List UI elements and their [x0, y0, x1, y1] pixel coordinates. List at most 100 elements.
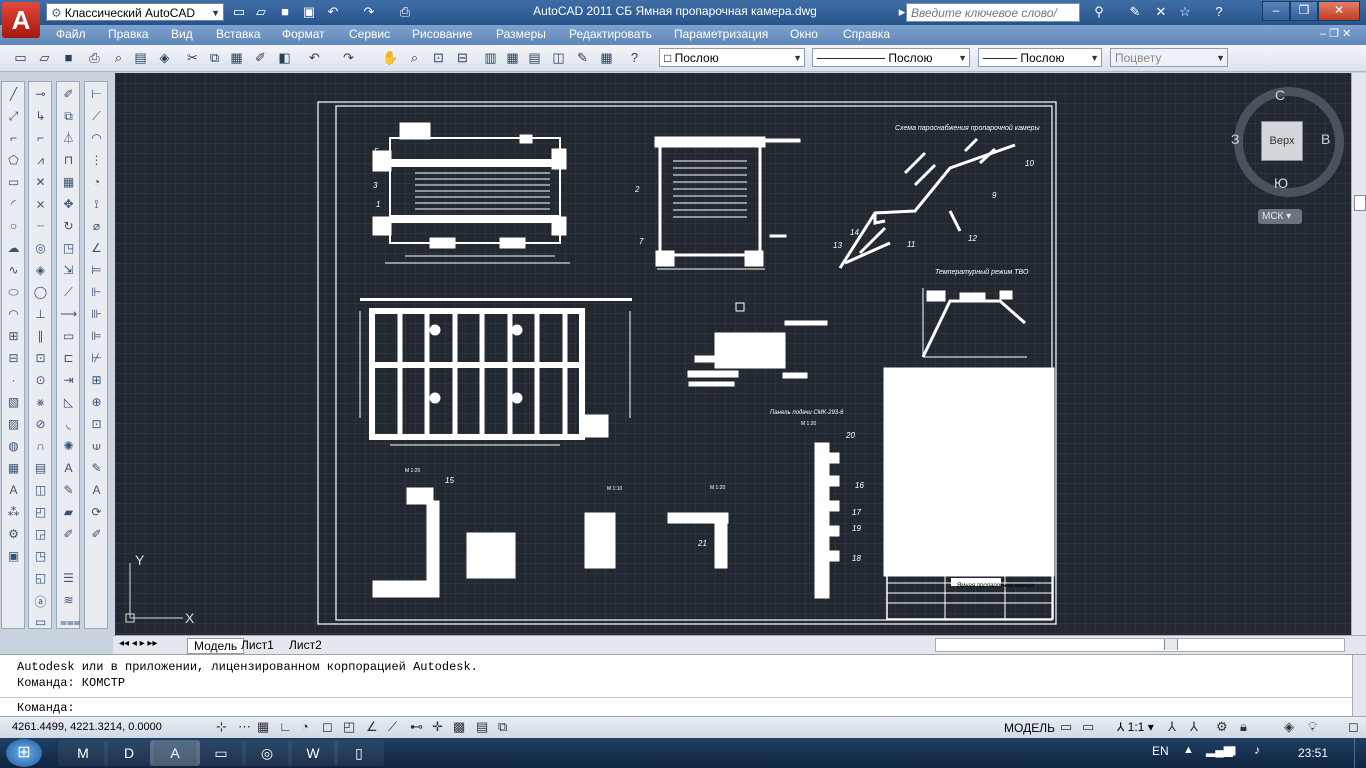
text-a-icon[interactable]: A [5, 482, 22, 499]
linear-dim-icon[interactable]: ⊢ [88, 86, 105, 103]
break-icon[interactable]: ⊏ [60, 350, 77, 367]
viewcube-top-face[interactable]: Верх [1261, 121, 1303, 161]
diameter-icon[interactable]: ⌀ [88, 218, 105, 235]
open-icon[interactable]: ▱ [36, 49, 53, 66]
match-prop-icon[interactable]: ▰ [60, 504, 77, 521]
taskbar-autocad-icon[interactable]: A [150, 740, 200, 766]
explode-icon[interactable]: ✺ [60, 438, 77, 455]
polyline-icon[interactable]: ⌐ [5, 130, 22, 147]
copy-object-icon[interactable]: ⧉ [60, 108, 77, 125]
break-at-point-icon[interactable]: ▭ [60, 328, 77, 345]
taskbar-explorer-icon[interactable]: ▭ [196, 740, 246, 766]
menu-edit[interactable]: Правка [108, 27, 149, 41]
vertical-scroll-thumb[interactable] [1354, 195, 1366, 211]
quick-props-icon[interactable]: ▤ [476, 719, 488, 735]
viewcube-east[interactable]: В [1321, 131, 1330, 147]
publish-icon[interactable]: ▤ [132, 49, 149, 66]
taskbar-word-icon[interactable]: W [288, 740, 338, 766]
dim-break-icon[interactable]: ⊬ [88, 350, 105, 367]
command-input-row[interactable]: Команда: [0, 697, 1366, 716]
snap-quadrant-icon[interactable]: ◈ [32, 262, 49, 279]
rectangle-icon[interactable]: ▭ [5, 174, 22, 191]
menu-format[interactable]: Формат [282, 27, 325, 41]
temp-track-icon[interactable]: ⊸ [32, 86, 49, 103]
magnet-icon[interactable]: ∩ [32, 438, 49, 455]
tray-arrow-icon[interactable]: ▲ [1183, 744, 1194, 756]
snap-midpoint-icon[interactable]: ⩘ [32, 152, 49, 169]
hardware-accel-icon[interactable]: ◈ [1284, 719, 1294, 735]
dim-edit-icon[interactable]: ✎ [88, 460, 105, 477]
isolate-objects-icon[interactable]: 💡︎ [1308, 719, 1317, 735]
layer-prev-icon[interactable]: ◲ [32, 526, 49, 543]
redo-icon[interactable]: ↷ [360, 3, 378, 21]
help-icon[interactable]: ? [1210, 3, 1228, 21]
snap-tangent-icon[interactable]: ◯ [32, 284, 49, 301]
insert-block-icon[interactable]: ⊞ [5, 328, 22, 345]
dim-style-icon[interactable]: ✐ [88, 526, 105, 543]
quick-dim-icon[interactable]: ⊨ [88, 262, 105, 279]
snap-insert-icon[interactable]: ⊡ [32, 350, 49, 367]
osnap-icon[interactable]: ◻ [322, 719, 333, 735]
taskbar-file-icon[interactable]: ▯ [334, 740, 384, 766]
lock-icon[interactable]: 🔒︎ [1240, 719, 1247, 735]
help-icon[interactable]: ? [626, 49, 643, 66]
array-icon[interactable]: ▦ [60, 174, 77, 191]
calculator-icon[interactable]: ▦ [598, 49, 615, 66]
layer-walk-icon[interactable]: ▭ [32, 614, 49, 631]
block-attribute-icon[interactable]: ▣ [5, 548, 22, 565]
layer-iso-icon[interactable]: ◳ [32, 548, 49, 565]
search-input[interactable]: Введите ключевое слово/фразу [906, 3, 1080, 39]
dim-update-icon[interactable]: ⟳ [88, 504, 105, 521]
workspace-selector[interactable]: ⚙ Классический AutoCAD ▼ [46, 3, 224, 21]
fillet-icon[interactable]: ◟ [60, 416, 77, 433]
ordinate-icon[interactable]: ⋮ [88, 152, 105, 169]
vertical-scrollbar[interactable] [1351, 73, 1366, 635]
binoculars-icon[interactable]: ⚲ [1090, 3, 1108, 21]
save-icon[interactable]: ■ [276, 3, 294, 21]
list-icon[interactable]: ☰ [60, 570, 77, 587]
command-scrollbar[interactable] [1352, 655, 1366, 717]
menu-draw[interactable]: Рисование [412, 27, 472, 41]
dim-space-icon[interactable]: ⊫ [88, 328, 105, 345]
jogged-linear-icon[interactable]: ⟒ [88, 438, 105, 455]
stretch-icon[interactable]: ⇲ [60, 262, 77, 279]
rotate-icon[interactable]: ↻ [60, 218, 77, 235]
cut-icon[interactable]: ✂ [184, 49, 201, 66]
menu-file[interactable]: Файл [56, 27, 86, 41]
spline-icon[interactable]: ∿ [5, 262, 22, 279]
aligned-dim-icon[interactable]: ⟋ [88, 108, 105, 125]
jogged-icon[interactable]: ⟟ [88, 196, 105, 213]
menu-tools[interactable]: Сервис [349, 27, 390, 41]
ortho-icon[interactable]: ∟ [279, 719, 292, 734]
annotation-visibility-icon[interactable]: ⅄ [1168, 719, 1176, 735]
tab-layout1[interactable]: Лист1 [241, 638, 274, 652]
viewcube-west[interactable]: З [1231, 131, 1239, 147]
clock[interactable]: 23:51 [1298, 746, 1328, 760]
snap-node-icon[interactable]: ⊙ [32, 372, 49, 389]
trim-icon[interactable]: ⟋ [60, 284, 77, 301]
arc-length-icon[interactable]: ◠ [88, 130, 105, 147]
save-as-icon[interactable]: ▣ [300, 3, 318, 21]
sheet-set-icon[interactable]: ◫ [550, 49, 567, 66]
extend-icon[interactable]: ⟶ [60, 306, 77, 323]
menu-window[interactable]: Окно [790, 27, 818, 41]
plotstyle-select[interactable]: Поцвету ▼ [1110, 48, 1228, 67]
zoom-realtime-icon[interactable]: ⌕ [406, 49, 423, 66]
snap-from-icon[interactable]: ↳ [32, 108, 49, 125]
annotation-scale[interactable]: ⅄ 1:1 ▾ [1117, 720, 1154, 734]
menu-insert[interactable]: Вставка [216, 27, 261, 41]
horizontal-scroll-thumb[interactable] [1164, 639, 1178, 650]
zoom-window-icon[interactable]: ⊡ [430, 49, 447, 66]
scale-icon[interactable]: ◳ [60, 240, 77, 257]
tab-model[interactable]: Модель [187, 638, 245, 654]
preview-icon[interactable]: ⌕ [110, 49, 127, 66]
grid-display-icon[interactable]: ▦ [257, 719, 269, 735]
subscription-icon[interactable]: ✎ [1126, 3, 1144, 21]
spell-icon[interactable]: ✐ [60, 526, 77, 543]
quick-view-layouts-icon[interactable]: ▭ [1060, 719, 1072, 735]
undo-icon[interactable]: ↶ [324, 3, 342, 21]
snap-intersection-icon[interactable]: ✕ [32, 174, 49, 191]
model-paper-toggle[interactable]: МОДЕЛЬ [1004, 721, 1055, 735]
language-indicator[interactable]: EN [1152, 744, 1169, 758]
snap-endpoint-icon[interactable]: ⌐ [32, 130, 49, 147]
